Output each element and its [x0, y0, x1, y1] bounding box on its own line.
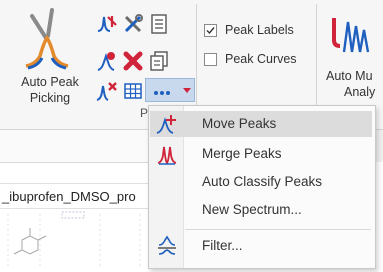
auto-multiplet-analysis-button[interactable]: Auto Mu Analy — [318, 6, 383, 106]
more-options-menu: Move Peaks Merge Peaks Auto Classify Pea… — [148, 105, 376, 269]
menu-item-label: Move Peaks — [202, 116, 277, 131]
menu-item-auto-classify-peaks[interactable]: Auto Classify Peaks — [150, 169, 372, 195]
tools-button[interactable] — [122, 13, 144, 35]
document-tabstrip-right — [375, 130, 383, 162]
auto-peak-picking-label-2: Picking — [29, 91, 71, 105]
more-dots-icon — [154, 91, 170, 95]
grid-table-icon — [124, 83, 142, 99]
molecule-structure-preview — [7, 211, 141, 266]
chevron-down-icon — [183, 88, 191, 93]
copy-peaks-button[interactable] — [148, 50, 170, 72]
clear-peaks-icon — [96, 82, 117, 101]
menu-separator — [185, 229, 371, 230]
delete-peaks-button[interactable] — [122, 50, 144, 72]
add-peak-button[interactable] — [96, 50, 118, 72]
add-peak-icon — [97, 52, 115, 71]
tools-icon — [124, 14, 143, 33]
menu-item-label: Merge Peaks — [202, 146, 282, 161]
menu-item-move-peaks[interactable]: Move Peaks — [150, 111, 372, 137]
peak-curves-checkbox[interactable] — [204, 52, 217, 66]
auto-multiplet-label-2: Analy — [344, 85, 376, 99]
copy-icon — [150, 51, 168, 71]
menu-item-filter[interactable]: Filter... — [150, 233, 372, 259]
peak-pick-manual-button[interactable] — [96, 13, 118, 35]
peak-curves-label: Peak Curves — [225, 52, 297, 66]
menu-item-merge-peaks[interactable]: Merge Peaks — [150, 141, 372, 167]
delete-cross-icon — [123, 51, 143, 71]
document-title[interactable]: _ibuprofen_DMSO_pro — [0, 183, 152, 209]
menu-item-new-spectrum[interactable]: New Spectrum... — [150, 197, 372, 223]
auto-peak-picking-label-1: Auto Peak — [21, 75, 79, 89]
peak-labels-label: Peak Labels — [225, 23, 294, 37]
menu-item-label: Auto Classify Peaks — [202, 174, 323, 189]
auto-multiplet-label-1: Auto Mu — [326, 69, 373, 83]
peak-labels-checkbox[interactable] — [204, 23, 217, 37]
peak-grid-button[interactable] — [122, 80, 144, 102]
auto-peak-picking-button[interactable]: Auto Peak Picking — [6, 6, 94, 106]
menu-item-label: Filter... — [202, 238, 243, 253]
clear-peaks-button[interactable] — [96, 80, 118, 102]
peak-table-button[interactable] — [148, 13, 170, 35]
peaks-group-label: P — [140, 106, 149, 120]
menu-item-label: New Spectrum... — [202, 202, 302, 217]
peak-curves-checkbox-row[interactable]: Peak Curves — [204, 49, 297, 69]
spectrum-canvas[interactable] — [0, 210, 152, 267]
multiplet-analysis-icon — [332, 18, 370, 53]
peak-pick-manual-icon — [97, 16, 117, 32]
more-options-dropdown-button[interactable] — [145, 78, 195, 102]
checkmark-icon — [206, 26, 215, 34]
document-tabstrip — [0, 130, 152, 163]
filter-icon — [158, 235, 176, 255]
merge-peaks-icon — [157, 146, 177, 165]
auto-peak-picking-icon — [25, 8, 69, 70]
move-peaks-icon — [156, 115, 176, 134]
peak-labels-checkbox-row[interactable]: Peak Labels — [204, 20, 294, 40]
document-list-icon — [151, 14, 167, 34]
